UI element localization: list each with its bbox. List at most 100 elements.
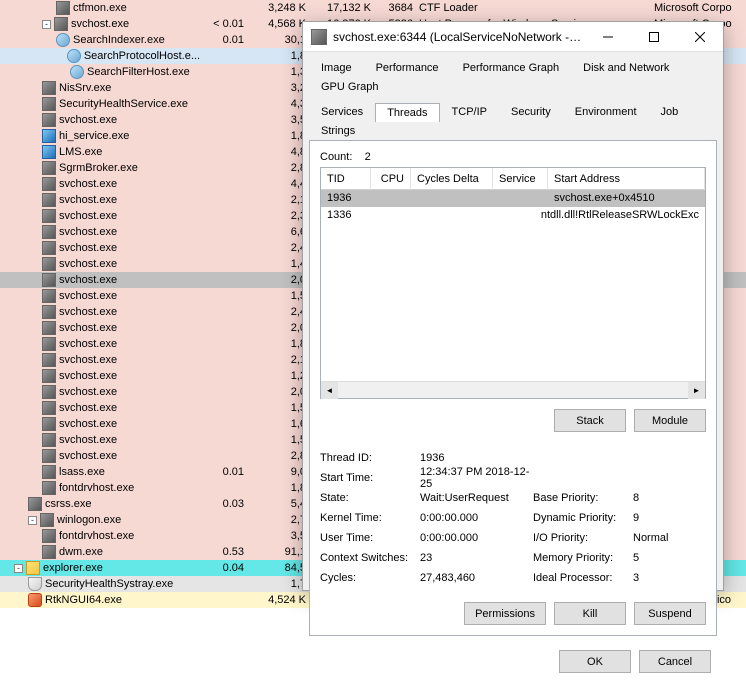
threads-list[interactable]: TID CPU Cycles Delta Service Start Addre… <box>320 167 706 399</box>
process-name: lsass.exe <box>59 464 105 480</box>
tab-tcp/ip[interactable]: TCP/IP <box>440 102 499 121</box>
process-name: csrss.exe <box>45 496 91 512</box>
detail-value: 9 <box>633 512 703 524</box>
process-name: svchost.exe <box>59 208 117 224</box>
stack-button[interactable]: Stack <box>554 409 626 432</box>
thread-row[interactable]: 1336ntdll.dll!RtlReleaseSRWLockExc <box>321 207 705 224</box>
detail-value: 27,483,460 <box>420 572 533 584</box>
col-tid[interactable]: TID <box>321 168 371 190</box>
tab-strings[interactable]: Strings <box>309 121 367 140</box>
process-icon <box>42 193 56 207</box>
tab-environment[interactable]: Environment <box>563 102 649 121</box>
tab-security[interactable]: Security <box>499 102 563 121</box>
tab-threads[interactable]: Threads <box>375 103 439 122</box>
process-icon <box>56 33 70 47</box>
list-header[interactable]: TID CPU Cycles Delta Service Start Addre… <box>321 168 705 190</box>
maximize-button[interactable] <box>631 22 677 52</box>
title-icon <box>311 29 327 45</box>
tree-expander-icon[interactable]: - <box>42 20 51 29</box>
process-icon <box>42 449 56 463</box>
thread-row[interactable]: 1936svchost.exe+0x4510 <box>321 190 705 207</box>
tab-image[interactable]: Image <box>309 58 364 77</box>
col-service[interactable]: Service <box>493 168 548 190</box>
process-name: RtkNGUI64.exe <box>45 592 122 608</box>
detail-label: Memory Priority: <box>533 552 633 564</box>
process-icon <box>56 1 70 15</box>
process-icon <box>28 497 42 511</box>
process-name: LMS.exe <box>59 144 102 160</box>
detail-label: User Time: <box>320 532 420 544</box>
tab-disk-and-network[interactable]: Disk and Network <box>571 58 681 77</box>
detail-value: 23 <box>420 552 533 564</box>
tab-performance-graph[interactable]: Performance Graph <box>451 58 572 77</box>
process-icon <box>67 49 81 63</box>
process-icon <box>42 145 56 159</box>
detail-value: 3 <box>633 572 703 584</box>
col-cpu[interactable]: CPU <box>371 168 411 190</box>
process-name: svchost.exe <box>59 176 117 192</box>
horizontal-scrollbar[interactable]: ◄ ► <box>321 381 705 398</box>
process-name: dwm.exe <box>59 544 103 560</box>
thread-count: Count: 2 <box>320 151 706 163</box>
detail-label: Dynamic Priority: <box>533 512 633 524</box>
module-button[interactable]: Module <box>634 409 706 432</box>
detail-value: Wait:UserRequest <box>420 492 533 504</box>
process-name: svchost.exe <box>59 416 117 432</box>
scroll-right-icon[interactable]: ► <box>688 382 705 399</box>
process-icon <box>42 337 56 351</box>
detail-value: 1936 <box>420 452 533 464</box>
process-icon <box>42 417 56 431</box>
tree-expander-icon[interactable]: - <box>14 564 23 573</box>
process-icon <box>42 289 56 303</box>
process-icon <box>42 529 56 543</box>
process-name: svchost.exe <box>59 288 117 304</box>
process-name: svchost.exe <box>59 384 117 400</box>
process-name: explorer.exe <box>43 560 103 576</box>
detail-value: Normal <box>633 532 703 544</box>
minimize-button[interactable] <box>585 22 631 52</box>
process-name: svchost.exe <box>59 432 117 448</box>
process-name: svchost.exe <box>59 224 117 240</box>
detail-label: I/O Priority: <box>533 532 633 544</box>
process-icon <box>70 65 84 79</box>
detail-label: Kernel Time: <box>320 512 420 524</box>
tab-performance[interactable]: Performance <box>364 58 451 77</box>
process-name: svchost.exe <box>59 448 117 464</box>
process-icon <box>42 545 56 559</box>
tree-expander-icon[interactable]: - <box>28 516 37 525</box>
properties-dialog: svchost.exe:6344 (LocalServiceNoNetwork … <box>302 21 724 591</box>
process-icon <box>42 241 56 255</box>
process-icon <box>42 97 56 111</box>
col-start-address[interactable]: Start Address <box>548 168 705 190</box>
permissions-button[interactable]: Permissions <box>464 602 546 625</box>
tab-gpu-graph[interactable]: GPU Graph <box>309 77 390 96</box>
suspend-button[interactable]: Suspend <box>634 602 706 625</box>
col-cycles[interactable]: Cycles Delta <box>411 168 493 190</box>
process-icon <box>42 81 56 95</box>
close-button[interactable] <box>677 22 723 52</box>
scroll-left-icon[interactable]: ◄ <box>321 382 338 399</box>
process-icon <box>42 305 56 319</box>
titlebar[interactable]: svchost.exe:6344 (LocalServiceNoNetwork … <box>303 22 723 52</box>
process-name: svchost.exe <box>59 272 117 288</box>
ok-button[interactable]: OK <box>559 650 631 673</box>
process-name: hi_service.exe <box>59 128 129 144</box>
tabs-row-2: ServicesThreadsTCP/IPSecurityEnvironment… <box>303 96 723 140</box>
kill-button[interactable]: Kill <box>554 602 626 625</box>
process-icon <box>40 513 54 527</box>
detail-label: State: <box>320 492 420 504</box>
tab-job[interactable]: Job <box>649 102 691 121</box>
detail-value: 12:34:37 PM 2018-12-25 <box>420 466 533 490</box>
process-icon <box>42 465 56 479</box>
process-name: svchost.exe <box>59 304 117 320</box>
tab-services[interactable]: Services <box>309 102 375 121</box>
detail-value: 5 <box>633 552 703 564</box>
tabs-row-1: ImagePerformancePerformance GraphDisk an… <box>303 52 723 96</box>
cancel-button[interactable]: Cancel <box>639 650 711 673</box>
process-icon <box>42 481 56 495</box>
process-row[interactable]: ctfmon.exe3,248 K17,132 K3684CTF LoaderM… <box>0 0 746 16</box>
detail-value: 0:00:00.000 <box>420 512 533 524</box>
process-name: fontdrvhost.exe <box>59 480 134 496</box>
process-icon <box>54 17 68 31</box>
process-name: svchost.exe <box>59 256 117 272</box>
